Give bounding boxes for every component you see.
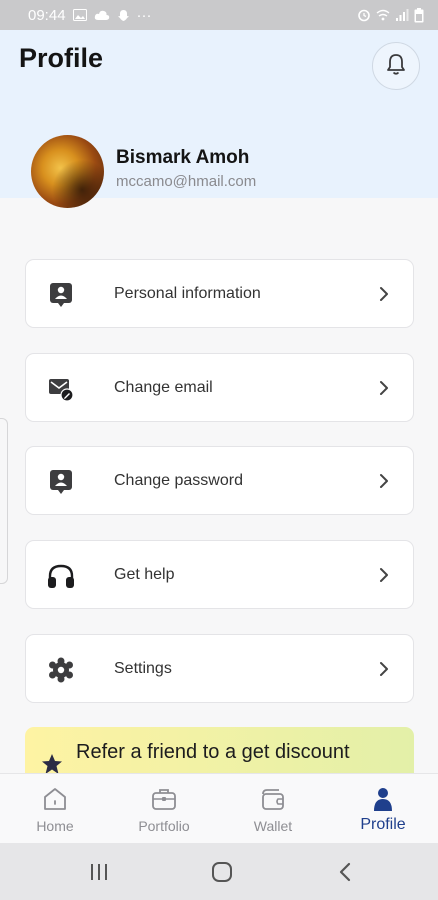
menu-item-label: Personal information <box>114 284 261 302</box>
menu-item-get-help[interactable]: Get help <box>25 540 414 609</box>
nav-label: Home <box>36 818 74 834</box>
gallery-icon <box>72 9 87 21</box>
status-bar: 09:44 ··· <box>0 0 438 30</box>
home-circle-icon[interactable] <box>207 857 237 887</box>
page-title: Profile <box>19 43 104 73</box>
menu-item-change-email[interactable]: Change email <box>25 353 414 422</box>
bell-icon <box>385 52 407 81</box>
cloud-icon <box>94 10 110 21</box>
menu-item-personal-information[interactable]: Personal information <box>25 259 414 328</box>
user-card-icon <box>47 281 75 309</box>
person-icon <box>370 786 396 812</box>
chevron-right-icon <box>377 565 391 585</box>
notifications-button[interactable] <box>372 42 420 90</box>
wifi-icon <box>376 8 390 22</box>
bottom-navigation: Home Portfolio Wallet Profile <box>0 773 438 843</box>
menu-item-label: Settings <box>114 659 172 677</box>
signal-icon <box>395 9 409 21</box>
chevron-right-icon <box>377 378 391 398</box>
nav-home[interactable]: Home <box>28 774 82 844</box>
side-panel-handle[interactable] <box>0 418 8 584</box>
password-icon <box>47 468 75 496</box>
nav-profile[interactable]: Profile <box>354 774 412 844</box>
menu-item-settings[interactable]: Settings <box>25 634 414 703</box>
menu-item-label: Change email <box>114 378 213 396</box>
status-time: 09:44 <box>28 6 66 24</box>
nav-label: Portfolio <box>138 818 190 834</box>
headphones-icon <box>47 562 75 590</box>
snapchat-icon <box>117 9 130 22</box>
chevron-right-icon <box>377 471 391 491</box>
refer-friend-text: Refer a friend to a get discount <box>76 741 350 763</box>
system-navigation-bar <box>0 843 438 900</box>
chevron-right-icon <box>377 284 391 304</box>
chevron-right-icon <box>377 659 391 679</box>
email-edit-icon <box>47 375 75 403</box>
menu-item-label: Change password <box>114 471 243 489</box>
avatar-shade <box>31 135 104 208</box>
user-name: Bismark Amoh <box>116 147 250 168</box>
menu-item-change-password[interactable]: Change password <box>25 446 414 515</box>
status-overflow: ··· <box>136 6 152 24</box>
battery-icon <box>414 7 424 23</box>
briefcase-icon <box>151 786 177 812</box>
home-icon <box>42 786 68 812</box>
nav-label: Wallet <box>253 818 293 834</box>
gear-icon <box>47 656 75 684</box>
wallet-icon <box>260 786 286 812</box>
nav-portfolio[interactable]: Portfolio <box>130 774 198 844</box>
menu-item-label: Get help <box>114 565 175 583</box>
back-icon[interactable] <box>330 857 360 887</box>
nav-wallet[interactable]: Wallet <box>246 774 300 844</box>
user-email: mccamo@hmail.com <box>116 173 257 190</box>
recent-apps-icon[interactable] <box>84 857 114 887</box>
nav-label: Profile <box>360 816 406 833</box>
alarm-icon <box>357 8 371 22</box>
